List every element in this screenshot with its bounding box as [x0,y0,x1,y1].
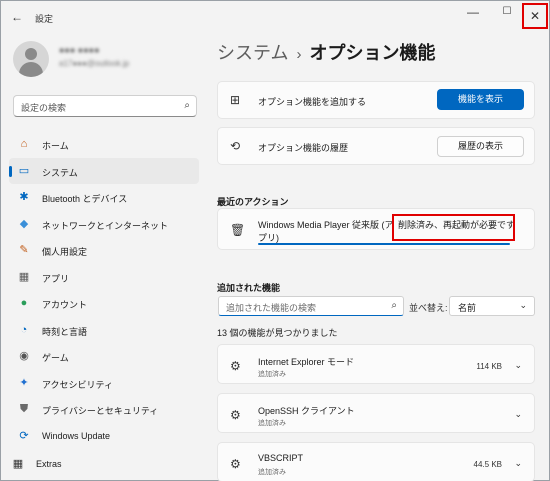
sidebar-item-label: アカウント [42,300,88,310]
added-features-search-input[interactable]: 追加された機能の検索 ⌕ [218,296,404,316]
sidebar-item[interactable]: ◆ ネットワークとインターネット [9,211,199,238]
sidebar-item[interactable]: ⛊ プライバシーとセキュリティ [9,396,199,423]
feature-count: 13 個の機能が見つかりました [217,328,338,338]
recent-action-line1: Windows Media Player 従来版 (ア [258,220,394,230]
page-title-text: オプション機能 [309,43,436,63]
sidebar-nav: ⌂ ホーム ▭ システム ✱ Bluetooth とデバイス ◆ ネットワークとインターネット… [9,131,199,470]
avatar[interactable] [13,41,49,77]
back-arrow-icon[interactable]: ← [9,9,25,25]
chevron-down-icon[interactable]: ⌄ [514,360,522,371]
sidebar-item[interactable]: ✱ Bluetooth とデバイス [9,184,199,211]
sidebar-item[interactable]: ◔ 時刻と言語 [9,317,199,344]
accessibility-icon: ✦ [19,376,29,389]
feature-status: 追加済み [258,371,286,378]
chevron-down-icon[interactable]: ⌄ [514,409,522,420]
sidebar-item-label: 個人用設定 [42,247,88,257]
time-language-icon: ◔ [20,323,28,336]
feature-item[interactable]: ⚙ VBSCRIPT 追加済み 44.5 KB ⌄ [217,442,535,481]
title-bar: ← 設定 — ☐ ✕ [1,1,550,31]
added-features-heading: 追加された機能 [217,283,281,293]
add-feature-label: オプション機能を追加する [258,97,367,107]
feature-size: 114 KB [476,362,502,371]
feature-name: Internet Explorer モード [258,357,355,367]
sidebar-item-label: Windows Update [42,430,111,441]
network-icon: ◆ [19,217,29,230]
sidebar-item[interactable]: ✎ 個人用設定 [9,237,199,264]
avatar-head [25,48,37,60]
home-icon: ⌂ [20,138,28,150]
app-title: 設定 [35,14,54,24]
sidebar-item-label: ネットワークとインターネット [42,220,169,231]
windows-update-icon: ⟳ [19,429,29,442]
maximize-button[interactable]: ☐ [490,1,524,31]
apps-icon: ▦ [18,270,30,283]
feature-status: 追加済み [258,469,286,476]
settings-window: ← 設定 — ☐ ✕ ●●● ●●●● a17●●●@outlook.jp 設定… [0,0,550,481]
system-icon: ▭ [18,164,30,177]
view-features-button[interactable]: 機能を表示 [437,89,524,110]
search-icon[interactable]: ⌕ [184,100,190,111]
gaming-icon: ◉ [19,350,29,362]
user-email: a17●●●@outlook.jp [59,59,130,68]
feature-name: OpenSSH クライアント [258,406,355,416]
recent-actions-heading: 最近のアクション [217,197,289,207]
sidebar-item-label: ホーム [42,141,69,151]
search-icon[interactable]: ⌕ [391,300,397,311]
add-feature-card: ⊞ オプション機能を追加する 機能を表示 [217,81,535,119]
sort-value: 名前 [458,303,477,313]
close-button[interactable]: ✕ [522,3,548,29]
sidebar-item-label: Bluetooth とデバイス [42,194,128,204]
minimize-button[interactable]: — [456,1,490,31]
sidebar-item[interactable]: ▭ システム [9,157,199,184]
chevron-down-icon: ⌄ [519,300,527,310]
chevron-down-icon[interactable]: ⌄ [514,458,522,469]
privacy-icon: ⛊ [19,403,29,415]
sidebar-item[interactable]: ▦ アプリ [9,264,199,291]
feature-size: 44.5 KB [473,460,502,469]
add-grid-icon: ⊞ [230,93,241,107]
view-history-button[interactable]: 履歴の表示 [437,136,524,157]
sidebar-item[interactable]: ● アカウント [9,290,199,317]
sidebar-item-label: アプリ [42,273,70,284]
page-title: システム › オプション機能 [217,39,435,65]
sidebar-item-label: アクセシビリティ [42,379,114,390]
feature-item[interactable]: ⚙ OpenSSH クライアント 追加済み ⌄ [217,393,535,433]
bluetooth-icon: ✱ [19,191,29,203]
sidebar-item-label: ゲーム [42,353,69,363]
user-name: ●●● ●●●● [59,45,100,55]
sort-dropdown[interactable]: 名前 ⌄ [449,296,535,316]
sidebar-item[interactable]: ✦ アクセシビリティ [9,370,199,397]
history-label: オプション機能の履歴 [258,143,349,153]
history-card: ⟲ オプション機能の履歴 履歴の表示 [217,127,535,165]
added-features-search-placeholder: 追加された機能の検索 [226,303,317,313]
sidebar-item[interactable]: ⟳ Windows Update [9,423,199,450]
history-icon: ⟲ [230,139,241,153]
status-highlight-box [392,214,515,241]
search-placeholder: 設定の検索 [21,103,67,113]
feature-name: VBSCRIPT [258,453,304,463]
feature-status: 追加済み [258,420,286,427]
sidebar-item-label: システム [42,167,78,178]
breadcrumb-separator: › [296,46,302,63]
gear-icon: ⚙ [230,408,241,422]
sidebar-item-label: プライバシーとセキュリティ [42,406,159,416]
feature-item[interactable]: ⚙ Internet Explorer モード 追加済み 114 KB ⌄ [217,344,535,384]
gear-icon: ⚙ [230,359,241,373]
sidebar-item[interactable]: ⌂ ホーム [9,131,199,158]
sidebar-item[interactable]: ▦ Extras [3,451,193,478]
extras-icon: ▦ [12,458,24,470]
avatar-body [19,62,43,77]
sort-label: 並べ替え: [409,303,448,313]
breadcrumb-system[interactable]: システム [217,43,288,63]
sidebar-item[interactable]: ◉ ゲーム [9,343,199,370]
gear-icon: ⚙ [230,457,241,471]
sidebar-item-label: 時刻と言語 [42,326,88,337]
account-icon: ● [20,297,28,309]
sidebar-item-label: Extras [36,459,62,469]
uninstall-progress-bar [258,243,510,245]
settings-search-input[interactable]: 設定の検索 ⌕ [13,95,197,117]
trash-icon: 🗑 [230,223,246,237]
personalization-icon: ✎ [19,244,29,256]
